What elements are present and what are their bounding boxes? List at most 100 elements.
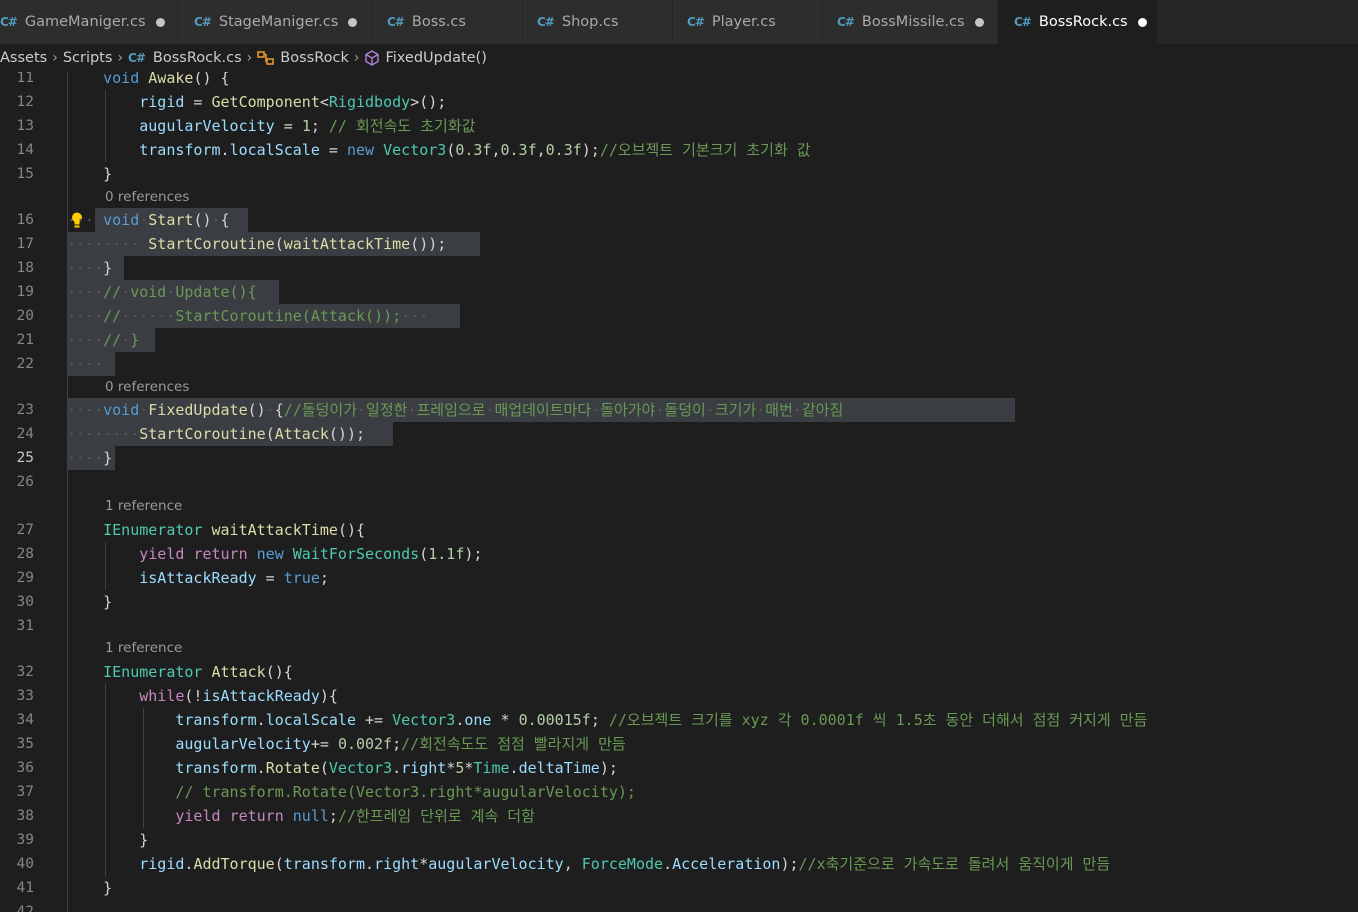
line-number: 36 [16, 760, 34, 776]
tab-label: Boss.cs [411, 14, 466, 30]
code-line: 41 } [0, 876, 1358, 900]
line-number: 23 [16, 402, 34, 418]
code-line: 21 ····//·} [0, 328, 1358, 352]
code-line: 12 rigid = GetComponent<Rigidbody>(); [0, 90, 1358, 114]
code-line: 27 IEnumerator waitAttackTime(){ [0, 518, 1358, 542]
line-number: 32 [16, 664, 34, 680]
codelens-references[interactable]: 0 references [105, 187, 189, 207]
line-number: 12 [16, 94, 34, 110]
unsaved-dot-icon[interactable] [1137, 17, 1147, 27]
line-number: 31 [16, 618, 34, 634]
code-line: 26 [0, 470, 1358, 494]
code-line-current: 25 ····} [0, 446, 1358, 470]
line-number: 41 [16, 880, 34, 896]
line-number: 35 [16, 736, 34, 752]
line-number: 37 [16, 784, 34, 800]
line-number: 26 [16, 474, 34, 490]
breadcrumb-method[interactable]: FixedUpdate() [364, 50, 487, 66]
line-number: 19 [16, 284, 34, 300]
line-number: 25 [16, 450, 34, 466]
codelens-references[interactable]: 1 reference [105, 496, 182, 516]
line-number: 18 [16, 260, 34, 276]
line-number: 21 [16, 332, 34, 348]
chevron-right-icon: › [117, 50, 124, 66]
csharp-icon: C# [1014, 15, 1032, 29]
line-number: 30 [16, 594, 34, 610]
chevron-right-icon: › [246, 50, 253, 66]
line-number: 16 [16, 212, 34, 228]
code-line: 13 augularVelocity = 1; // 회전속도 초기화값 [0, 114, 1358, 138]
breadcrumb-assets[interactable]: Assets [0, 50, 47, 66]
tab-label: GameManiger.cs [24, 14, 146, 30]
code-line: 37 // transform.Rotate(Vector3.right*aug… [0, 780, 1358, 804]
code-line: 22 ···· [0, 352, 1358, 376]
code-line: 40 rigid.AddTorque(transform.right*augul… [0, 852, 1358, 876]
code-line: 38 yield return null;//한프레임 단위로 계속 더함 [0, 804, 1358, 828]
code-line: 20 ····//······StartCoroutine(Attack());… [0, 304, 1358, 328]
csharp-icon: C# [387, 15, 405, 29]
code-editor[interactable]: 11 void Awake() { 12 rigid = GetComponen… [0, 72, 1358, 912]
line-number: 13 [16, 118, 34, 134]
tab-bossrock[interactable]: C# BossRock.cs [998, 0, 1158, 44]
tab-gamemaniger[interactable]: C# GameManiger.cs [0, 0, 178, 44]
tab-bossmissile[interactable]: C# BossMissile.cs [823, 0, 998, 44]
csharp-icon: C# [0, 15, 18, 29]
code-line: 36 transform.Rotate(Vector3.right*5*Time… [0, 756, 1358, 780]
csharp-icon: C# [837, 15, 855, 29]
code-line: 32 IEnumerator Attack(){ [0, 660, 1358, 684]
code-line: 39 } [0, 828, 1358, 852]
tab-label: Shop.cs [561, 14, 619, 30]
codelens-references[interactable]: 0 references [105, 377, 189, 397]
unsaved-dot-icon[interactable] [348, 17, 358, 27]
line-number: 39 [16, 832, 34, 848]
code-line: 33 while(!isAttackReady){ [0, 684, 1358, 708]
tab-boss[interactable]: C# Boss.cs [373, 0, 523, 44]
code-line: 11 void Awake() { [0, 72, 1358, 90]
unsaved-dot-icon[interactable] [974, 17, 984, 27]
tab-label: StageManiger.cs [218, 14, 339, 30]
tab-label: BossRock.cs [1038, 14, 1128, 30]
code-line: 15 } [0, 162, 1358, 186]
code-line: 29 isAttackReady = true; [0, 566, 1358, 590]
breadcrumb: Assets › Scripts › C# BossRock.cs › Boss… [0, 44, 1358, 72]
code-line: 18 ····} [0, 256, 1358, 280]
code-line: 28 yield return new WaitForSeconds(1.1f)… [0, 542, 1358, 566]
code-line: 19 ····//·void·Update(){ [0, 280, 1358, 304]
line-number: 24 [16, 426, 34, 442]
code-line: 31 [0, 614, 1358, 638]
line-number: 11 [16, 72, 34, 86]
line-number: 40 [16, 856, 34, 872]
code-line: 34 transform.localScale += Vector3.one *… [0, 708, 1358, 732]
tab-label: Player.cs [711, 14, 776, 30]
method-cube-icon [364, 50, 380, 66]
csharp-icon: C# [537, 15, 555, 29]
csharp-icon: C# [128, 51, 146, 65]
class-icon [257, 50, 275, 66]
line-number: 17 [16, 236, 34, 252]
line-number: 20 [16, 308, 34, 324]
code-line: 42 [0, 900, 1358, 912]
breadcrumb-class[interactable]: BossRock [257, 50, 349, 66]
code-line: 14 transform.localScale = new Vector3(0.… [0, 138, 1358, 162]
line-number: 34 [16, 712, 34, 728]
code-line: 17 ········ StartCoroutine(waitAttackTim… [0, 232, 1358, 256]
codelens-references[interactable]: 1 reference [105, 638, 182, 658]
line-number: 29 [16, 570, 34, 586]
breadcrumb-scripts[interactable]: Scripts [63, 50, 113, 66]
code-line: 23 ····void·FixedUpdate()·{//돌덩이가·일정한·프레… [0, 398, 1358, 422]
unsaved-dot-icon[interactable] [155, 17, 165, 27]
tab-shop[interactable]: C# Shop.cs [523, 0, 673, 44]
breadcrumb-file[interactable]: C# BossRock.cs [128, 50, 242, 66]
chevron-right-icon: › [353, 50, 360, 66]
line-number: 15 [16, 166, 34, 182]
tab-player[interactable]: C# Player.cs [673, 0, 823, 44]
line-number: 27 [16, 522, 34, 538]
line-number: 42 [16, 904, 34, 912]
code-line: 30 } [0, 590, 1358, 614]
code-line: 16 ··· void·Start()·{ [0, 208, 1358, 232]
line-number: 14 [16, 142, 34, 158]
line-number: 38 [16, 808, 34, 824]
editor-tab-bar: C# GameManiger.cs C# StageManiger.cs C# … [0, 0, 1358, 44]
tab-stagemaniger[interactable]: C# StageManiger.cs [178, 0, 373, 44]
line-number: 33 [16, 688, 34, 704]
